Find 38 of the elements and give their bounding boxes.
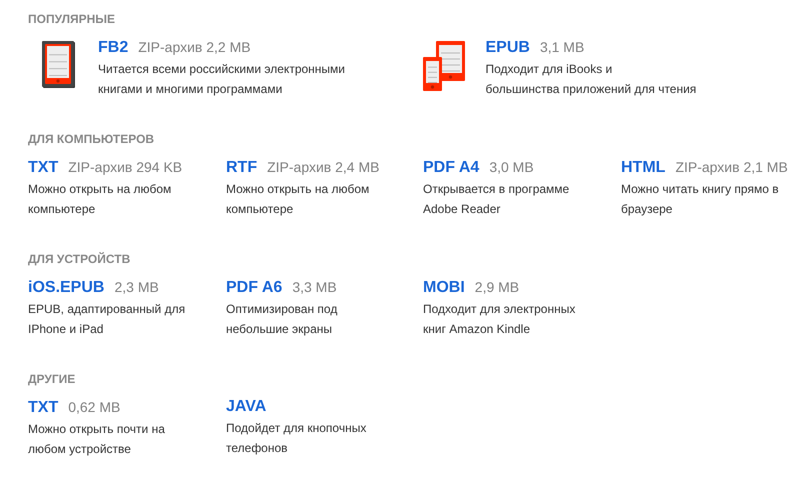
file-size: ZIP-архив 2,1 MB (675, 158, 788, 177)
format-description: EPUB, адаптированный для IPhone и iPad (28, 301, 186, 338)
file-size: 2,9 MB (474, 278, 520, 297)
section-heading: ДЛЯ КОМПЬЮТЕРОВ (28, 131, 156, 147)
section-heading: ДЛЯ УСТРОЙСТВ (28, 251, 132, 267)
format-link[interactable]: FB2 (98, 38, 128, 58)
file-size: 3,0 MB (489, 158, 534, 177)
format-description: Можно открыть на любом компьютере (28, 181, 172, 218)
file-size: 3,1 MB (540, 38, 584, 57)
e-reader-icon (42, 41, 76, 89)
file-size: 3,3 MB (292, 278, 337, 297)
format-description: Оптимизирован под небольшие экраны (226, 301, 338, 338)
format-link[interactable]: PDF A4 (423, 158, 480, 178)
format-link[interactable]: HTML (621, 158, 666, 178)
format-link[interactable]: EPUB (486, 38, 530, 58)
format-description: Подходит для электронных книг Amazon Kindle (423, 301, 576, 338)
format-description: Подойдет для кнопочных телефонов (226, 420, 368, 457)
e-readers-icon (422, 41, 466, 91)
format-link[interactable]: RTF (226, 158, 258, 178)
format-link[interactable]: JAVA (226, 397, 266, 417)
file-size: ZIP-архив 294 KB (68, 158, 182, 177)
format-link[interactable]: iOS.EPUB (28, 278, 104, 298)
file-size: ZIP-архив 2,4 MB (267, 158, 380, 177)
section-heading: ПОПУЛЯРНЫЕ (28, 11, 116, 27)
format-description: Подходит для iBooks и большинства приложений для чтения (486, 61, 696, 98)
format-description: Можно открыть почти на любом устройстве (28, 421, 166, 458)
file-size: 0,62 MB (68, 398, 120, 417)
format-description: Открывается в программе Adobe Reader (423, 181, 570, 218)
file-size: 2,3 MB (114, 278, 159, 297)
format-description: Читается всеми российскими электронными книгами и многими программами (98, 61, 345, 98)
format-link[interactable]: MOBI (423, 278, 465, 298)
format-link[interactable]: TXT (28, 158, 58, 178)
format-link[interactable]: TXT (28, 398, 58, 418)
format-description: Можно читать книгу прямо в браузере (621, 181, 780, 218)
format-description: Можно открыть на любом компьютере (226, 181, 370, 218)
format-link[interactable]: PDF A6 (226, 278, 282, 298)
section-heading: ДРУГИЕ (28, 371, 76, 387)
file-size: ZIP-архив 2,2 MB (138, 38, 251, 57)
